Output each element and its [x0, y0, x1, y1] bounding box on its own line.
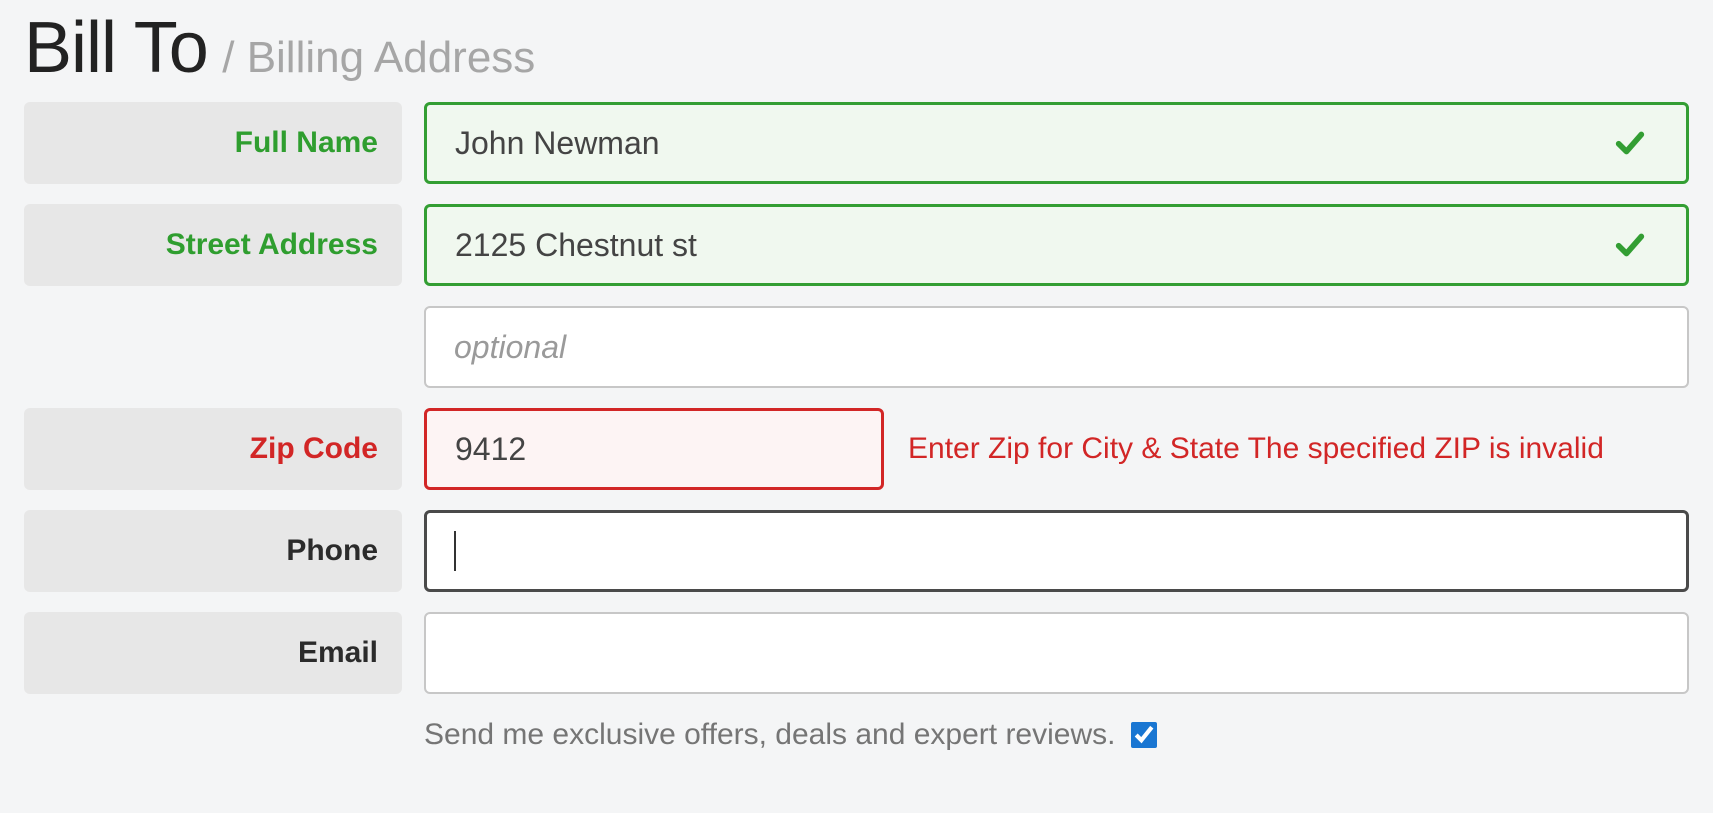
row-newsletter: Send me exclusive offers, deals and expe…: [24, 718, 1689, 752]
street-input[interactable]: [424, 204, 1689, 286]
label-street2-spacer: [24, 306, 402, 388]
zip-input[interactable]: [424, 408, 884, 490]
phone-input[interactable]: [424, 510, 1689, 592]
street2-input[interactable]: [424, 306, 1689, 388]
label-full-name: Full Name: [24, 102, 402, 184]
heading-primary: Bill To: [24, 8, 208, 88]
label-street: Street Address: [24, 204, 402, 286]
row-street2: [24, 306, 1689, 388]
newsletter-label: Send me exclusive offers, deals and expe…: [424, 718, 1115, 752]
newsletter-checkbox[interactable]: [1131, 722, 1157, 748]
label-phone: Phone: [24, 510, 402, 592]
row-full-name: Full Name: [24, 102, 1689, 184]
zip-error-message: Enter Zip for City & State The specified…: [908, 432, 1604, 466]
zip-error-secondary: The specified ZIP is invalid: [1248, 432, 1604, 465]
page-title: Bill To / Billing Address: [24, 12, 1689, 84]
label-email: Email: [24, 612, 402, 694]
full-name-input[interactable]: [424, 102, 1689, 184]
row-zip: Zip Code Enter Zip for City & State The …: [24, 408, 1689, 490]
billing-form: Bill To / Billing Address Full Name Stre…: [0, 0, 1713, 752]
row-phone: Phone: [24, 510, 1689, 592]
email-input[interactable]: [424, 612, 1689, 694]
label-zip: Zip Code: [24, 408, 402, 490]
row-email: Email: [24, 612, 1689, 694]
heading-secondary: / Billing Address: [222, 33, 535, 82]
row-street: Street Address: [24, 204, 1689, 286]
zip-error-primary: Enter Zip for City & State: [908, 432, 1240, 465]
